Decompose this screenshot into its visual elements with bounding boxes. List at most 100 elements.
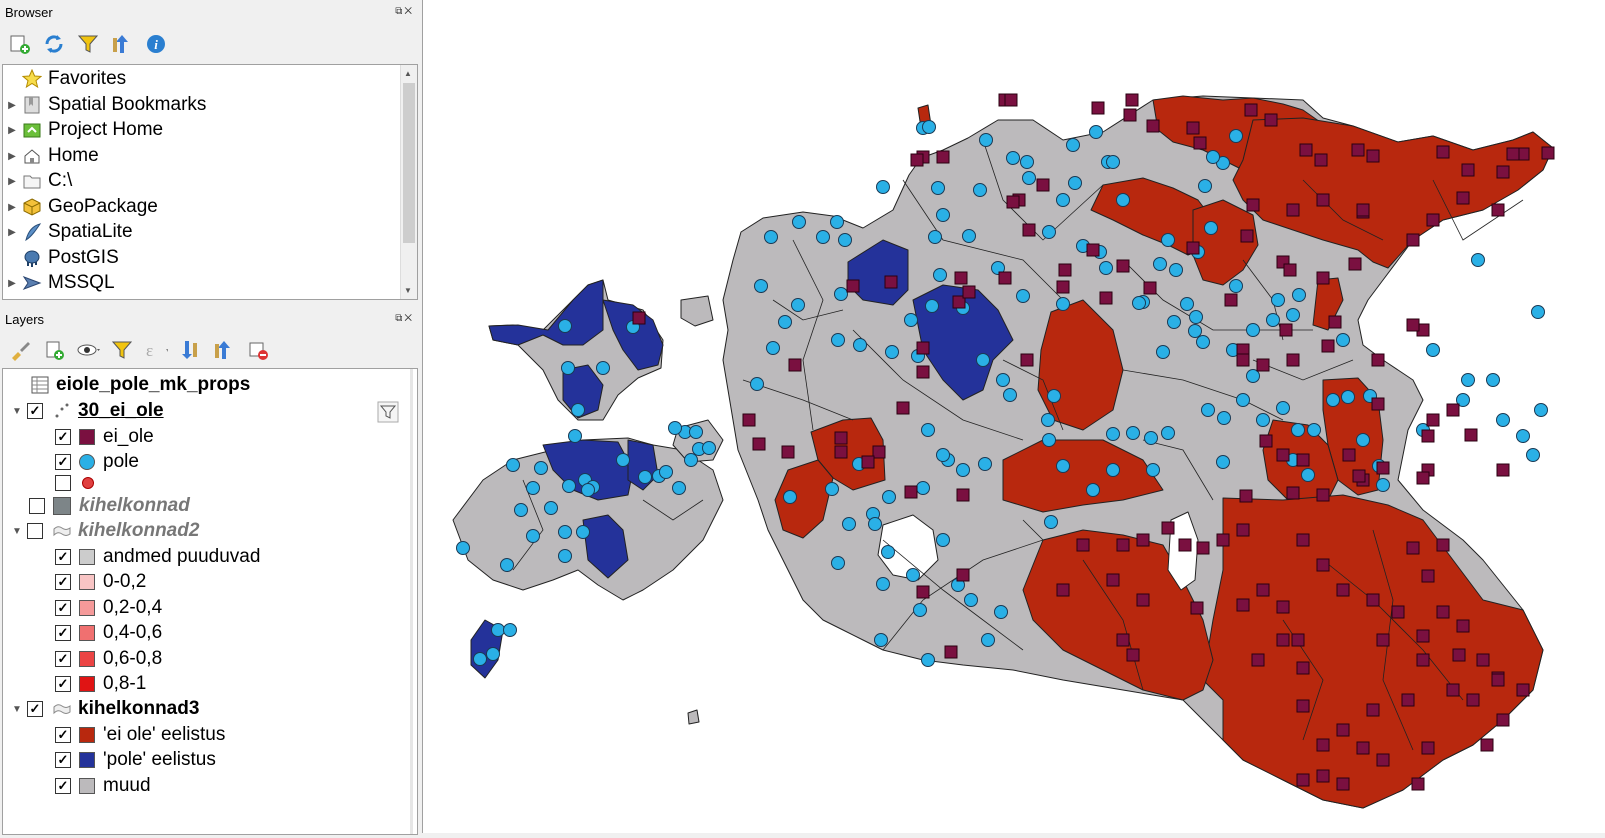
style-brush-icon[interactable]	[8, 338, 32, 362]
legend-item-ei-ole[interactable]: ✓ ei_ole	[55, 424, 154, 450]
browser-item-favorites[interactable]: Favorites	[3, 66, 126, 92]
legend-item-pole-eelistus[interactable]: ✓ 'pole' eelistus	[55, 747, 216, 773]
layer-filter-icon[interactable]	[376, 400, 400, 424]
legend-item-ei-ole-eelistus[interactable]: ✓ 'ei ole' eelistus	[55, 722, 225, 748]
remove-layer-icon[interactable]	[246, 338, 270, 362]
legend-checkbox[interactable]: ✓	[55, 651, 71, 667]
legend-checkbox[interactable]: ✓	[55, 600, 71, 616]
legend-item-class-1[interactable]: ✓ 0-0,2	[55, 569, 146, 595]
browser-item-spatial-bookmarks[interactable]: ▶ Spatial Bookmarks	[3, 92, 206, 118]
pole-point	[981, 633, 995, 647]
polygon-layer-icon	[51, 520, 73, 542]
visibility-eye-icon[interactable]	[76, 338, 100, 362]
expression-filter-icon[interactable]: ε	[144, 338, 168, 362]
map-canvas[interactable]	[422, 0, 1605, 833]
legend-item-muud[interactable]: ✓ muud	[55, 773, 151, 799]
collapse-all-icon[interactable]	[212, 338, 236, 362]
browser-panel-buttons[interactable]: ⧉✕	[395, 6, 414, 17]
add-selected-layers-icon[interactable]	[8, 32, 32, 56]
legend-item-class-5[interactable]: ✓ 0,8-1	[55, 671, 146, 697]
browser-item-mssql[interactable]: ▶ MSSQL	[3, 270, 114, 296]
pole-point	[816, 230, 830, 244]
ei-ole-point	[1466, 693, 1480, 707]
ei-ole-point	[884, 275, 898, 289]
filter-legend-icon[interactable]	[110, 338, 134, 362]
expand-arrow-icon[interactable]: ▶	[3, 125, 21, 136]
filter-icon[interactable]	[76, 32, 100, 56]
legend-item-class-4[interactable]: ✓ 0,6-0,8	[55, 646, 162, 672]
legend-item-andmed-puuduvad[interactable]: ✓ andmed puuduvad	[55, 544, 260, 570]
layer-name: 30_ei_ole	[78, 400, 164, 421]
ei-ole-point	[1316, 558, 1330, 572]
browser-item-geopackage[interactable]: ▶ GeoPackage	[3, 194, 158, 220]
pole-point	[1161, 426, 1175, 440]
layers-tree: eiole_pole_mk_props ▼ ✓ 30_ei_ole ✓ ei_o…	[2, 368, 418, 835]
pole-point	[1534, 403, 1548, 417]
ei-ole-point	[1286, 203, 1300, 217]
legend-checkbox[interactable]: ✓	[55, 454, 71, 470]
ei-ole-point	[1276, 448, 1290, 462]
layer-visibility-checkbox[interactable]	[27, 523, 43, 539]
ei-ole-point	[1456, 191, 1470, 205]
legend-item-class-3[interactable]: ✓ 0,4-0,6	[55, 620, 162, 646]
layer-kihelkonnad3[interactable]: ▼ ✓ kihelkonnad3	[7, 696, 199, 722]
legend-checkbox[interactable]: ✓	[55, 429, 71, 445]
layer-kihelkonnad[interactable]: kihelkonnad	[29, 493, 190, 519]
layer-eiole-pole-mk-props[interactable]: eiole_pole_mk_props	[29, 372, 250, 398]
legend-checkbox[interactable]: ✓	[55, 676, 71, 692]
browser-item-home[interactable]: ▶ Home	[3, 143, 99, 169]
legend-checkbox[interactable]: ✓	[55, 574, 71, 590]
browser-scrollbar[interactable]: ▲ ▼	[400, 65, 417, 299]
pole-point	[1201, 403, 1215, 417]
ei-ole-point	[752, 437, 766, 451]
browser-item-c-drive[interactable]: ▶ C:\	[3, 168, 72, 194]
pole-point	[921, 653, 935, 667]
legend-checkbox[interactable]: ✓	[55, 752, 71, 768]
legend-checkbox[interactable]	[55, 475, 71, 491]
info-icon[interactable]: i	[144, 32, 168, 56]
ei-ole-point	[1446, 683, 1460, 697]
collapse-arrow-icon[interactable]: ▼	[7, 704, 27, 715]
expand-arrow-icon[interactable]: ▶	[3, 176, 21, 187]
expand-all-icon[interactable]	[178, 338, 202, 362]
refresh-icon[interactable]	[42, 32, 66, 56]
ei-ole-point	[1436, 605, 1450, 619]
add-group-icon[interactable]	[42, 338, 66, 362]
browser-item-postgis[interactable]: PostGIS	[3, 245, 119, 271]
expand-arrow-icon[interactable]: ▶	[3, 151, 21, 162]
legend-checkbox[interactable]: ✓	[55, 727, 71, 743]
layers-scrollbar[interactable]	[407, 369, 417, 834]
legend-checkbox[interactable]: ✓	[55, 549, 71, 565]
layer-visibility-checkbox[interactable]	[29, 498, 45, 514]
pole-point	[506, 458, 520, 472]
ei-ole-point	[1296, 699, 1310, 713]
expand-arrow-icon[interactable]: ▶	[3, 202, 21, 213]
collapse-arrow-icon[interactable]: ▼	[7, 526, 27, 537]
ei-ole-point	[956, 488, 970, 502]
browser-item-spatialite[interactable]: ▶ SpatiaLite	[3, 219, 132, 245]
layer-kihelkonnad2[interactable]: ▼ kihelkonnad2	[7, 518, 199, 544]
ei-ole-point	[1216, 533, 1230, 547]
legend-checkbox[interactable]: ✓	[55, 625, 71, 641]
layer-30-ei-ole[interactable]: ▼ ✓ 30_ei_ole	[7, 398, 164, 424]
layer-visibility-checkbox[interactable]: ✓	[27, 701, 43, 717]
expand-arrow-icon[interactable]: ▶	[3, 100, 21, 111]
browser-item-label: Favorites	[48, 68, 127, 89]
legend-checkbox[interactable]: ✓	[55, 778, 71, 794]
ei-ole-point	[1296, 453, 1310, 467]
layer-visibility-checkbox[interactable]: ✓	[27, 403, 43, 419]
red-dot-symbol	[82, 477, 94, 489]
map-svg[interactable]	[423, 0, 1605, 833]
expand-arrow-icon[interactable]: ▶	[3, 227, 21, 238]
svg-text:ε: ε	[146, 341, 153, 360]
browser-item-project-home[interactable]: ▶ Project Home	[3, 117, 163, 143]
collapse-arrow-icon[interactable]: ▼	[7, 406, 27, 417]
pole-point	[500, 558, 514, 572]
pole-point	[1216, 455, 1230, 469]
layers-panel-buttons[interactable]: ⧉✕	[395, 313, 414, 324]
legend-item-class-2[interactable]: ✓ 0,2-0,4	[55, 595, 162, 621]
ei-ole-point	[1480, 738, 1494, 752]
expand-arrow-icon[interactable]: ▶	[3, 278, 21, 289]
collapse-all-icon[interactable]	[110, 32, 134, 56]
pole-point	[830, 215, 844, 229]
